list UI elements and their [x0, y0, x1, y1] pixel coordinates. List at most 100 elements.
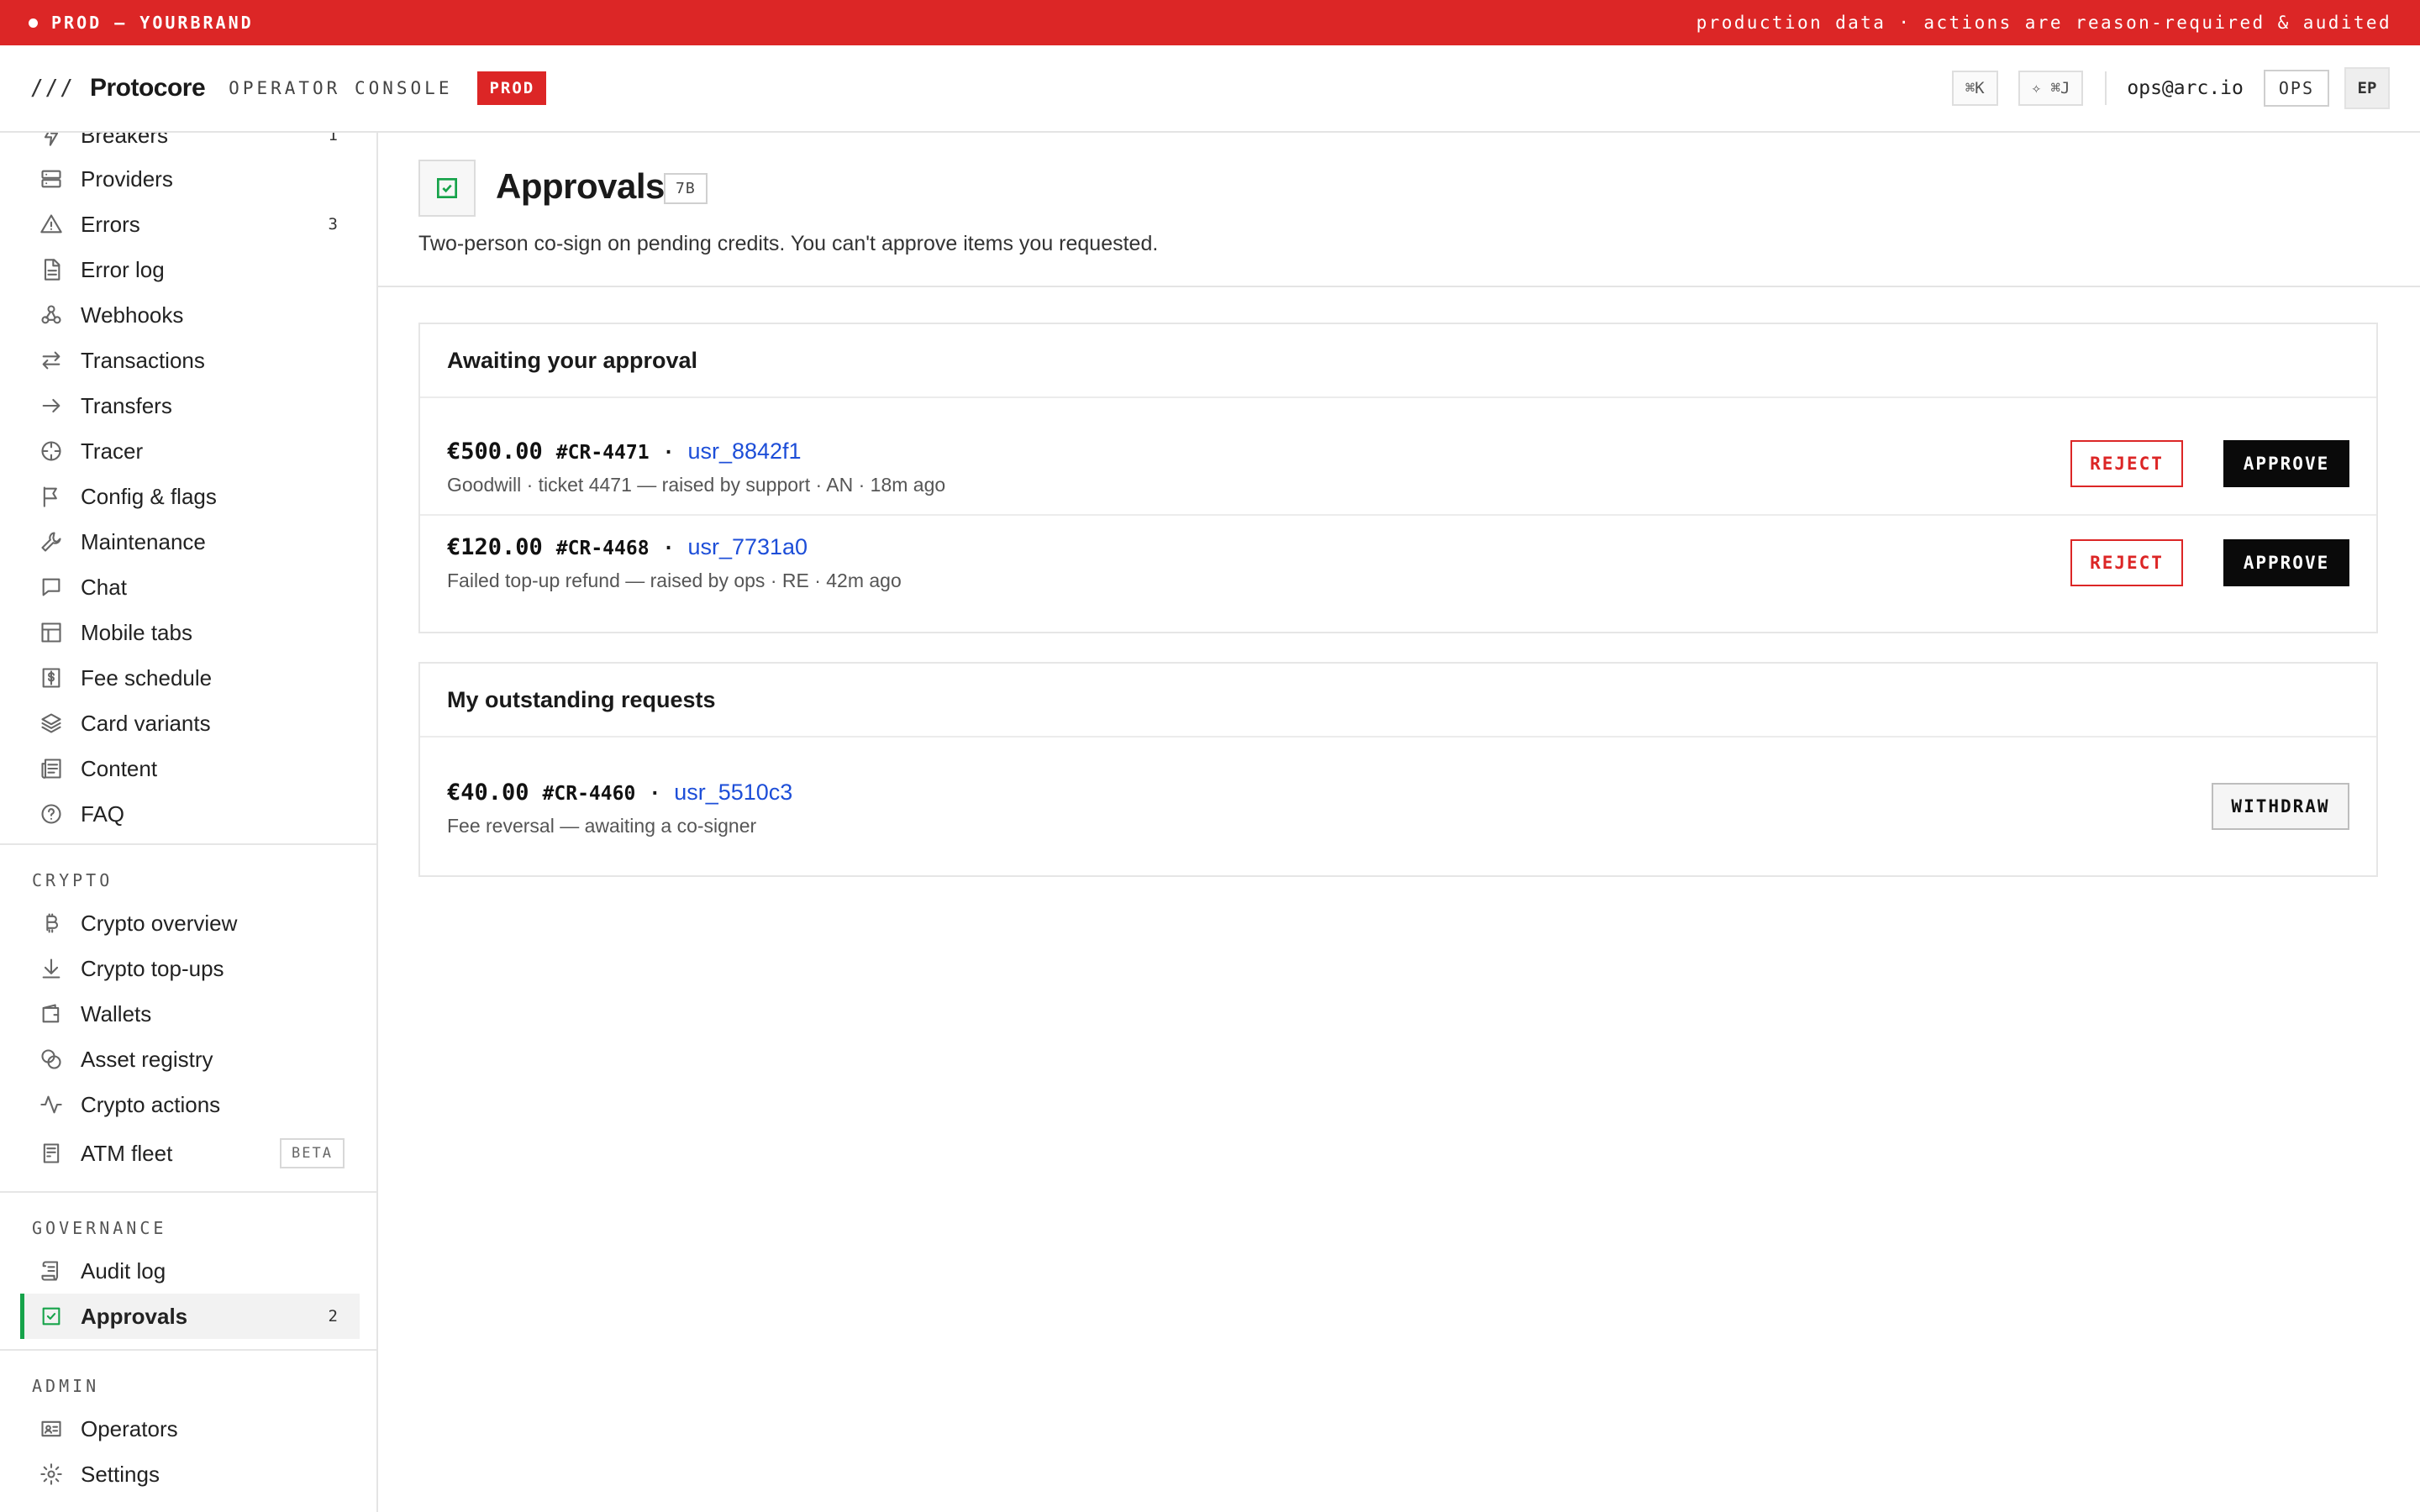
header-actions: ⌘K ✧ ⌘J ops@arc.io OPS EP: [1932, 67, 2390, 109]
sidebar-item-audit-log[interactable]: Audit log: [20, 1248, 360, 1294]
sidebar-item-label: Fee schedule: [81, 664, 213, 690]
user-role-badge: OPS: [2263, 70, 2329, 107]
sidebar-item-webhooks[interactable]: Webhooks: [20, 292, 360, 338]
sidebar-item-errors[interactable]: Errors 3: [20, 202, 360, 247]
separator: ·: [662, 442, 675, 464]
status-dot-icon: [29, 18, 38, 28]
sidebar-item-card-variants[interactable]: Card variants: [20, 701, 360, 746]
server-icon: [39, 166, 64, 192]
activity-icon: [39, 1092, 64, 1117]
reject-button[interactable]: REJECT: [2070, 539, 2183, 586]
sidebar-item-error-log[interactable]: Error log: [20, 247, 360, 292]
approve-button[interactable]: APPROVE: [2223, 440, 2349, 487]
user-link[interactable]: usr_8842f1: [687, 438, 801, 465]
sidebar-item-label: Mobile tabs: [81, 619, 192, 645]
jump-shortcut[interactable]: ✧ ⌘J: [2018, 71, 2084, 106]
user-link[interactable]: usr_5510c3: [674, 780, 792, 806]
sidebar-item-operators[interactable]: Operators: [20, 1406, 360, 1452]
sidebar-item-count: 3: [328, 215, 338, 234]
layers-icon: [39, 711, 64, 736]
sidebar-item-breakers[interactable]: Breakers 1: [20, 133, 360, 158]
sidebar-item-mobile-tabs[interactable]: Mobile tabs: [20, 610, 360, 655]
scroll-icon: [39, 1258, 64, 1284]
sidebar-item-label: Chat: [81, 574, 127, 600]
approval-row: €500.00 #CR-4471 · usr_8842f1 Goodwill ·…: [420, 420, 2376, 514]
approve-button[interactable]: APPROVE: [2223, 539, 2349, 586]
logo-mark: ///: [30, 76, 75, 101]
sidebar-item-chat[interactable]: Chat: [20, 564, 360, 610]
user-link[interactable]: usr_7731a0: [687, 534, 808, 560]
amount: €120.00: [447, 534, 543, 560]
command-palette-shortcut[interactable]: ⌘K: [1951, 71, 1998, 106]
sidebar-item-asset-registry[interactable]: Asset registry: [20, 1037, 360, 1082]
approval-row: €120.00 #CR-4468 · usr_7731a0 Failed top…: [420, 514, 2376, 608]
outstanding-row: €40.00 #CR-4460 · usr_5510c3 Fee reversa…: [420, 761, 2376, 855]
sidebar-item-fee-schedule[interactable]: Fee schedule: [20, 655, 360, 701]
prod-environment-banner: PROD — YOURBRAND production data · actio…: [0, 0, 2420, 45]
sidebar-item-providers[interactable]: Providers: [20, 156, 360, 202]
separator: ·: [662, 538, 675, 559]
sidebar-item-label: Maintenance: [81, 528, 206, 554]
sidebar-item-transfers[interactable]: Transfers: [20, 383, 360, 428]
approval-row-summary: €500.00 #CR-4471 · usr_8842f1: [447, 438, 802, 465]
header-divider: [2105, 71, 2107, 105]
sidebar-item-crypto-overview[interactable]: Crypto overview: [20, 900, 360, 946]
sidebar-item-count: 1: [328, 133, 338, 144]
page-title: Approvals: [496, 166, 665, 206]
request-ref: #CR-4468: [555, 538, 650, 559]
sidebar-item-label: Asset registry: [81, 1046, 213, 1072]
sidebar-section-admin: ADMIN: [32, 1376, 100, 1396]
sidebar-item-label: ATM fleet: [81, 1140, 173, 1166]
request-detail: Fee reversal — awaiting a co-signer: [447, 815, 757, 837]
sidebar-item-transactions[interactable]: Transactions: [20, 338, 360, 383]
sidebar-item-label: Errors: [81, 211, 140, 237]
sidebar-item-label: Transfers: [81, 392, 172, 418]
outstanding-requests-card: My outstanding requests €40.00 #CR-4460 …: [418, 662, 2378, 877]
dollar-icon: [39, 665, 64, 690]
sidebar-item-maintenance[interactable]: Maintenance: [20, 519, 360, 564]
sidebar-item-crypto-actions[interactable]: Crypto actions: [20, 1082, 360, 1127]
flag-icon: [39, 484, 64, 509]
sidebar-item-label: Approvals: [81, 1303, 188, 1329]
sidebar-item-atm-fleet[interactable]: ATM fleet BETA: [20, 1131, 360, 1176]
file-icon: [39, 257, 64, 282]
id-card-icon: [39, 1416, 64, 1441]
sidebar-item-label: Transactions: [81, 347, 205, 373]
arrow-right-icon: [39, 393, 64, 418]
banner-env: PROD — YOURBRAND: [29, 13, 254, 33]
crosshair-icon: [39, 438, 64, 464]
sidebar-item-label: Crypto actions: [81, 1091, 221, 1117]
banner-env-label: PROD — YOURBRAND: [51, 13, 254, 33]
atm-icon: [39, 1141, 64, 1166]
sidebar-item-content[interactable]: Content: [20, 746, 360, 791]
webhook-icon: [39, 302, 64, 328]
separator: ·: [649, 783, 661, 805]
sidebar-divider: [0, 1349, 376, 1351]
sidebar-divider: [0, 1191, 376, 1193]
sidebar-item-settings[interactable]: Settings: [20, 1452, 360, 1497]
outstanding-list: €40.00 #CR-4460 · usr_5510c3 Fee reversa…: [420, 738, 2376, 855]
sidebar-item-tracer[interactable]: Tracer: [20, 428, 360, 474]
sidebar-item-count: 2: [328, 1307, 338, 1326]
withdraw-button[interactable]: WITHDRAW: [2212, 783, 2349, 830]
sidebar-item-label: Card variants: [81, 710, 211, 736]
sidebar-item-label: Audit log: [81, 1257, 166, 1284]
beta-badge: BETA: [280, 1138, 345, 1168]
sidebar-item-approvals[interactable]: Approvals 2: [20, 1294, 360, 1339]
sidebar-item-label: Crypto top-ups: [81, 955, 224, 981]
sidebar-item-config-flags[interactable]: Config & flags: [20, 474, 360, 519]
sidebar-item-wallets[interactable]: Wallets: [20, 991, 360, 1037]
user-email[interactable]: ops@arc.io: [2127, 77, 2243, 99]
awaiting-approval-card: Awaiting your approval €500.00 #CR-4471 …: [418, 323, 2378, 633]
sidebar-section-crypto: CRYPTO: [32, 870, 113, 890]
sidebar-item-label: Breakers: [81, 133, 169, 148]
app-name[interactable]: Protocore: [90, 74, 206, 102]
reject-button[interactable]: REJECT: [2070, 440, 2183, 487]
request-ref: #CR-4460: [542, 783, 636, 805]
avatar[interactable]: EP: [2344, 67, 2390, 109]
sidebar-item-faq[interactable]: FAQ: [20, 791, 360, 837]
request-detail: Failed top-up refund — raised by ops · R…: [447, 570, 902, 591]
app-header: /// Protocore OPERATOR CONSOLE PROD ⌘K ✧…: [0, 45, 2420, 133]
sidebar-item-crypto-top-ups[interactable]: Crypto top-ups: [20, 946, 360, 991]
sidebar-item-label: Tracer: [81, 438, 144, 464]
